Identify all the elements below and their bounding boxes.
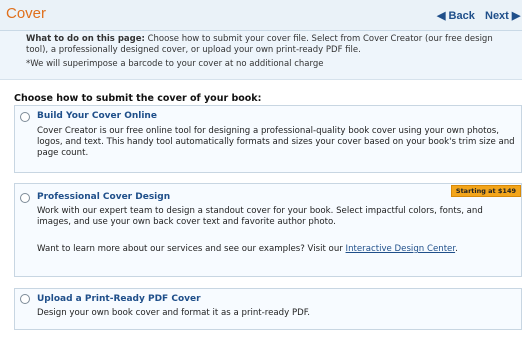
- page-title: Cover: [6, 5, 47, 22]
- professional-design-description: Work with our expert team to design a st…: [37, 206, 483, 227]
- design-center-prefix: Want to learn more about our services an…: [37, 244, 346, 254]
- build-online-description: Cover Creator is our free online tool fo…: [37, 126, 515, 158]
- professional-design-radio[interactable]: [20, 193, 30, 203]
- upload-pdf-radio[interactable]: [20, 294, 30, 304]
- upload-pdf-description: Design your own book cover and format it…: [37, 308, 311, 318]
- design-center-text: Want to learn more about our services an…: [37, 244, 515, 255]
- page-header: Cover ◀ Back Next ▶: [0, 0, 522, 31]
- build-online-title[interactable]: Build Your Cover Online: [37, 111, 157, 121]
- back-button[interactable]: ◀ Back: [437, 9, 475, 22]
- next-button[interactable]: Next ▶: [485, 9, 520, 22]
- professional-design-title[interactable]: Professional Cover Design: [37, 192, 170, 202]
- option-build-online[interactable]: Build Your Cover Online Cover Creator is…: [14, 105, 522, 173]
- build-online-radio[interactable]: [20, 112, 30, 122]
- design-center-suffix: .: [455, 244, 458, 254]
- option-professional-design[interactable]: Starting at $149 Professional Cover Desi…: [14, 183, 522, 277]
- upload-pdf-title[interactable]: Upload a Print-Ready PDF Cover: [37, 294, 201, 304]
- section-heading: Choose how to submit the cover of your b…: [14, 93, 262, 104]
- option-upload-pdf[interactable]: Upload a Print-Ready PDF Cover Design yo…: [14, 288, 522, 330]
- instructions-panel: What to do on this page: Choose how to s…: [0, 31, 522, 80]
- interactive-design-center-link[interactable]: Interactive Design Center: [346, 244, 456, 254]
- instructions-text: What to do on this page: Choose how to s…: [26, 34, 510, 56]
- price-badge: Starting at $149: [450, 185, 521, 197]
- instructions-label: What to do on this page:: [26, 34, 145, 44]
- barcode-note: *We will superimpose a barcode to your c…: [26, 59, 324, 69]
